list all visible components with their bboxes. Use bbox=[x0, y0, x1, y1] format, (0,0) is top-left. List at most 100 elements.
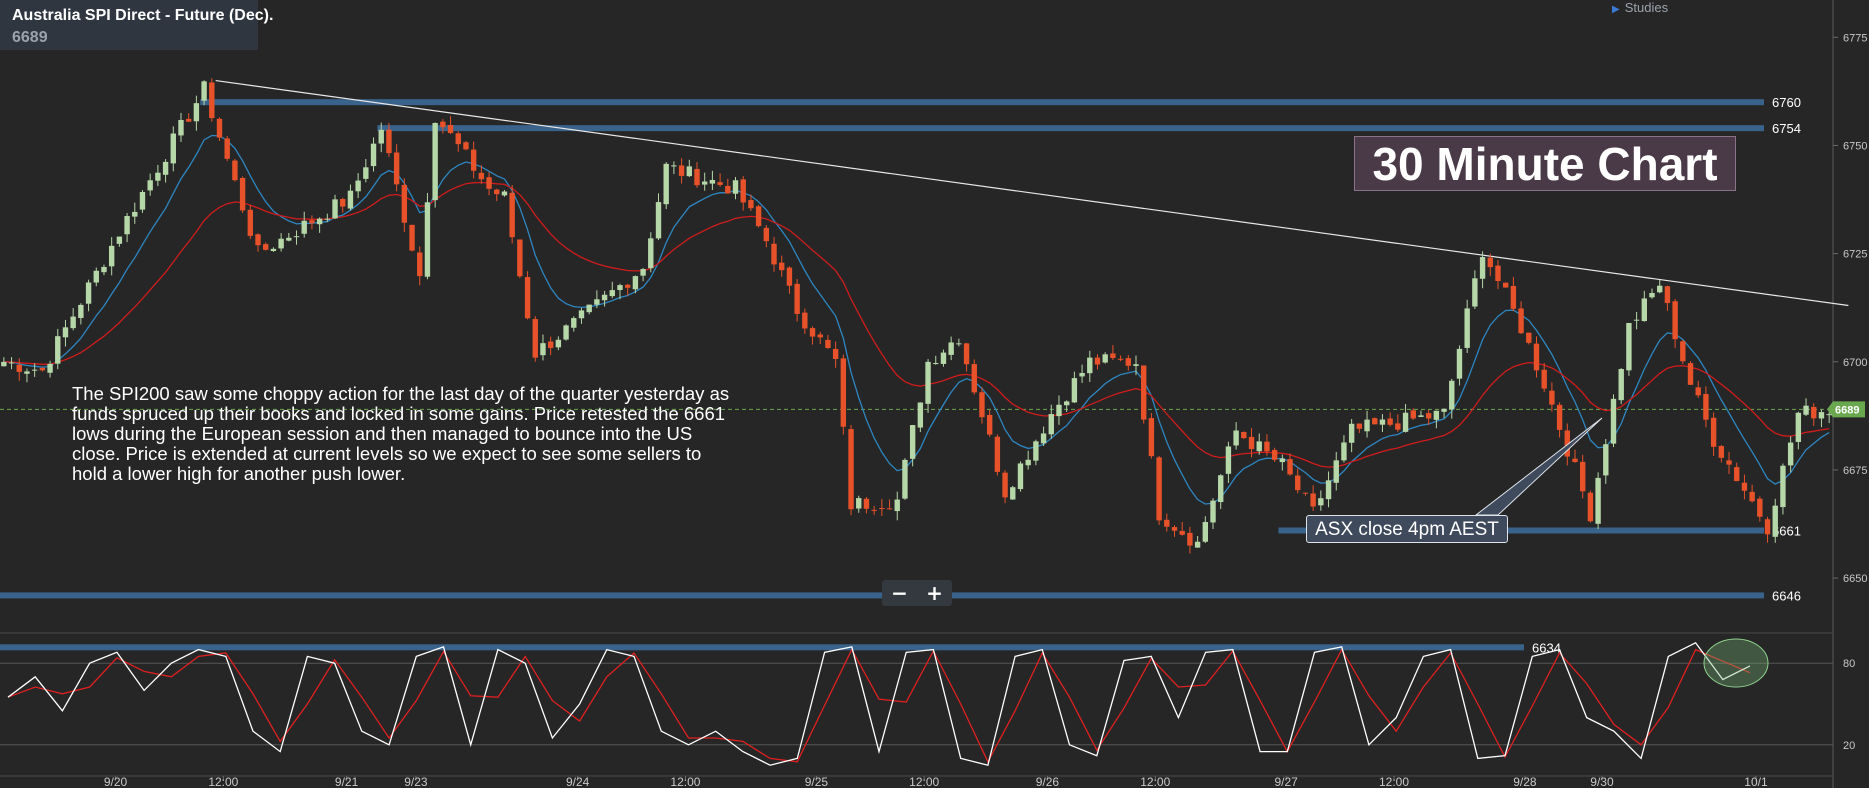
y-tick-label: 6650 bbox=[1843, 573, 1867, 585]
candle bbox=[1225, 441, 1232, 483]
candle bbox=[1002, 470, 1008, 504]
candle bbox=[147, 173, 153, 196]
x-tick-label: 9/25 bbox=[805, 775, 829, 788]
candle bbox=[856, 495, 862, 513]
stoch-tick-label: 20 bbox=[1843, 740, 1855, 752]
candle bbox=[940, 349, 947, 367]
candle bbox=[1657, 280, 1663, 294]
candle bbox=[1341, 435, 1347, 463]
candle-body bbox=[1433, 410, 1440, 420]
candle-body bbox=[856, 498, 862, 509]
candle bbox=[1233, 422, 1239, 450]
candle-body bbox=[1726, 460, 1732, 465]
candle-body bbox=[70, 316, 76, 329]
candle-body bbox=[594, 299, 600, 305]
candle bbox=[332, 194, 338, 220]
candle bbox=[1649, 288, 1655, 299]
candle bbox=[1549, 382, 1555, 412]
candle-body bbox=[224, 138, 230, 159]
candle bbox=[1418, 410, 1424, 418]
candle bbox=[1402, 404, 1409, 433]
candle bbox=[31, 363, 38, 377]
candle bbox=[1171, 525, 1178, 537]
candle bbox=[355, 173, 361, 199]
candle bbox=[1757, 496, 1763, 522]
candle bbox=[1356, 423, 1363, 434]
candle-body bbox=[817, 334, 823, 338]
zoom-in-button[interactable]: + bbox=[917, 580, 952, 606]
candle bbox=[347, 184, 354, 211]
candle bbox=[1279, 454, 1286, 471]
candle bbox=[886, 499, 893, 510]
candle-body bbox=[1672, 301, 1678, 340]
candle bbox=[1633, 311, 1640, 330]
candle bbox=[909, 424, 916, 467]
candle-body bbox=[1603, 444, 1609, 476]
candle bbox=[1495, 260, 1501, 290]
candle bbox=[1033, 439, 1039, 466]
candle-body bbox=[1241, 432, 1247, 439]
candle-body bbox=[1179, 530, 1185, 535]
candle-body bbox=[455, 133, 461, 145]
candle-body bbox=[1287, 459, 1293, 475]
candle-body bbox=[663, 163, 669, 205]
candle-body bbox=[1472, 278, 1478, 307]
candle-body bbox=[1780, 465, 1786, 508]
candle-body bbox=[979, 392, 985, 418]
candle-body bbox=[832, 348, 839, 359]
candle-body bbox=[1348, 423, 1355, 443]
candle bbox=[1017, 461, 1024, 492]
candle bbox=[162, 159, 169, 183]
candle-body bbox=[1772, 505, 1778, 537]
candle bbox=[879, 499, 885, 516]
x-tick-label: 12:00 bbox=[1379, 775, 1409, 788]
candle bbox=[85, 279, 92, 312]
candle bbox=[1533, 336, 1540, 378]
candle bbox=[1803, 398, 1809, 417]
candle bbox=[62, 319, 69, 347]
candle bbox=[55, 328, 61, 370]
candle-body bbox=[347, 190, 354, 209]
candle-body bbox=[1387, 418, 1393, 425]
candle-body bbox=[1533, 343, 1540, 371]
candle bbox=[1056, 395, 1062, 425]
zoom-out-button[interactable]: − bbox=[882, 580, 917, 606]
candle-body bbox=[1587, 492, 1594, 522]
candle-body bbox=[940, 352, 947, 364]
candle-body bbox=[933, 363, 939, 365]
candle bbox=[1156, 455, 1162, 525]
candle-body bbox=[409, 224, 415, 251]
candle-body bbox=[956, 343, 962, 345]
candle bbox=[802, 308, 808, 334]
y-tick-label: 6775 bbox=[1843, 32, 1867, 44]
candle bbox=[501, 189, 508, 197]
candle bbox=[494, 188, 500, 202]
candle-body bbox=[1364, 419, 1370, 432]
candle bbox=[116, 236, 123, 247]
x-tick-label: 9/28 bbox=[1513, 775, 1537, 788]
candle bbox=[1040, 426, 1047, 446]
candle bbox=[232, 158, 238, 182]
market-commentary: The SPI200 saw some choppy action for th… bbox=[72, 383, 730, 484]
candle-body bbox=[1156, 457, 1162, 521]
candle-body bbox=[1787, 442, 1794, 466]
candle-body bbox=[1202, 522, 1209, 542]
candle bbox=[1741, 474, 1748, 500]
candle bbox=[532, 316, 538, 362]
candle bbox=[1187, 526, 1193, 554]
studies-menu[interactable]: ▶ Studies bbox=[1612, 0, 1668, 15]
candle-body bbox=[902, 459, 908, 499]
candle bbox=[78, 303, 84, 325]
candle-body bbox=[571, 318, 577, 328]
candle bbox=[1703, 386, 1709, 428]
zoom-controls: − + bbox=[882, 580, 952, 606]
candle-body bbox=[1225, 446, 1232, 474]
candle bbox=[455, 131, 461, 152]
x-tick-label: 9/27 bbox=[1275, 775, 1299, 788]
candle bbox=[1587, 490, 1594, 523]
candle-body bbox=[1187, 532, 1193, 546]
candle bbox=[463, 140, 469, 151]
candle-body bbox=[1125, 358, 1131, 366]
candle bbox=[1541, 363, 1547, 392]
candle-body bbox=[1579, 461, 1586, 492]
